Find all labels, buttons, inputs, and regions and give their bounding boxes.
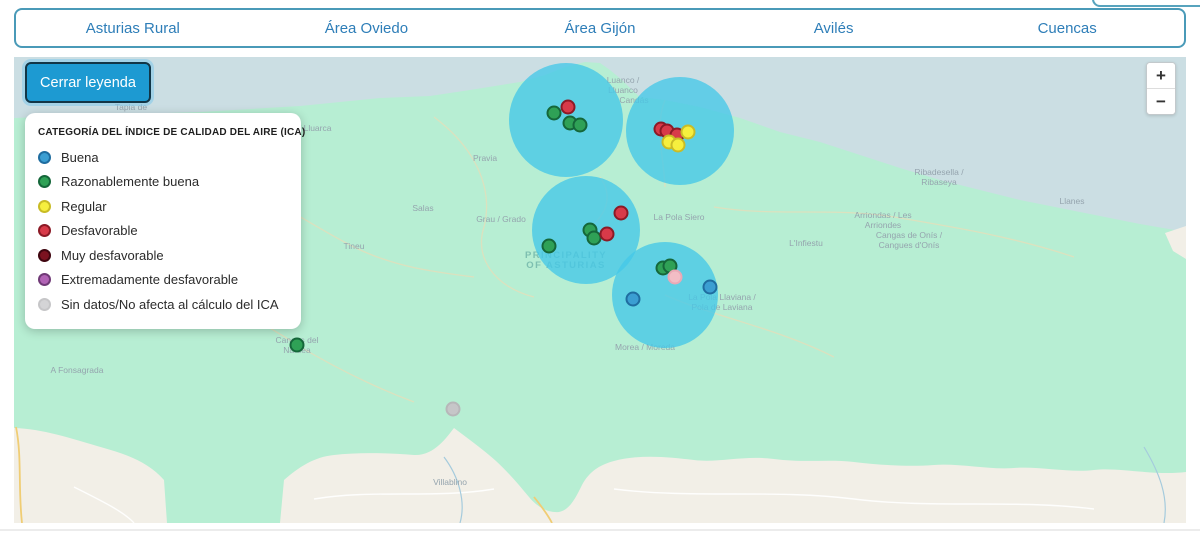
map-container[interactable]: Tapia deLuarca / LluarcaLuanco /LluancoC… xyxy=(14,57,1186,523)
legend-item-label: Sin datos/No afecta al cálculo del ICA xyxy=(61,297,279,312)
zoom-in-button[interactable]: + xyxy=(1147,63,1175,88)
station-marker-red[interactable] xyxy=(601,228,614,241)
town-label: L'Infiestu xyxy=(789,238,823,248)
tab-cuencas[interactable]: Cuencas xyxy=(950,10,1184,46)
legend-panel: CATEGORÍA DEL ÍNDICE DE CALIDAD DEL AIRE… xyxy=(25,113,301,329)
legend-color-dot xyxy=(38,175,51,188)
legend-item: Muy desfavorable xyxy=(38,243,289,268)
town-label: Cangas de Onís /Cangues d'Onís xyxy=(876,230,943,250)
close-legend-button[interactable]: Cerrar leyenda xyxy=(25,62,151,103)
legend-item-label: Muy desfavorable xyxy=(61,248,164,263)
legend-color-dot xyxy=(38,200,51,213)
legend-item: Desfavorable xyxy=(38,219,289,244)
town-label: A Fonsagrada xyxy=(51,365,104,375)
station-marker-green[interactable] xyxy=(291,339,304,352)
legend-item-label: Razonablemente buena xyxy=(61,174,199,189)
legend-color-dot xyxy=(38,224,51,237)
legend-item: Extremadamente desfavorable xyxy=(38,268,289,293)
town-label: Grau / Grado xyxy=(476,214,526,224)
tab-asturias-rural[interactable]: Asturias Rural xyxy=(16,10,250,46)
legend-item: Buena xyxy=(38,145,289,170)
station-marker-red[interactable] xyxy=(615,207,628,220)
legend-item-label: Desfavorable xyxy=(61,223,138,238)
station-marker-pink[interactable] xyxy=(669,271,682,284)
town-label: Tapia de xyxy=(115,102,147,112)
tab-aviles[interactable]: Avilés xyxy=(717,10,951,46)
zoom-control: + − xyxy=(1146,62,1176,115)
town-label: Pravia xyxy=(473,153,497,163)
station-marker-yellow[interactable] xyxy=(682,126,695,139)
station-marker-red[interactable] xyxy=(562,101,575,114)
station-marker-green[interactable] xyxy=(548,107,561,120)
legend-color-dot xyxy=(38,151,51,164)
town-label: La Pola Siero xyxy=(653,212,704,222)
legend-item: Sin datos/No afecta al cálculo del ICA xyxy=(38,292,289,317)
legend-item-label: Buena xyxy=(61,150,99,165)
legend-color-dot xyxy=(38,298,51,311)
bottom-divider xyxy=(0,529,1200,531)
legend-item: Razonablemente buena xyxy=(38,170,289,195)
legend-item-label: Extremadamente desfavorable xyxy=(61,272,238,287)
zoom-out-button[interactable]: − xyxy=(1147,89,1175,114)
station-marker-yellow[interactable] xyxy=(672,139,685,152)
legend-color-dot xyxy=(38,273,51,286)
hidden-tab-above[interactable] xyxy=(1092,0,1200,7)
station-marker-green[interactable] xyxy=(543,240,556,253)
station-marker-blue[interactable] xyxy=(704,281,717,294)
tab-area-gijon[interactable]: Área Gijón xyxy=(483,10,717,46)
legend-color-dot xyxy=(38,249,51,262)
station-marker-gray[interactable] xyxy=(447,403,460,416)
tab-area-oviedo[interactable]: Área Oviedo xyxy=(250,10,484,46)
zone-tabbar: Asturias Rural Área Oviedo Área Gijón Av… xyxy=(14,8,1186,48)
legend-item-label: Regular xyxy=(61,199,107,214)
legend-list: Buena Razonablemente buena Regular Desfavor… xyxy=(38,145,289,317)
town-label: Salas xyxy=(412,203,433,213)
town-label: Villablino xyxy=(433,477,467,487)
town-label: Tineu xyxy=(344,241,365,251)
legend-title: CATEGORÍA DEL ÍNDICE DE CALIDAD DEL AIRE… xyxy=(38,127,289,138)
legend-item: Regular xyxy=(38,194,289,219)
station-marker-blue[interactable] xyxy=(627,293,640,306)
station-marker-green[interactable] xyxy=(574,119,587,132)
station-marker-green[interactable] xyxy=(588,232,601,245)
town-label: Llanes xyxy=(1059,196,1084,206)
